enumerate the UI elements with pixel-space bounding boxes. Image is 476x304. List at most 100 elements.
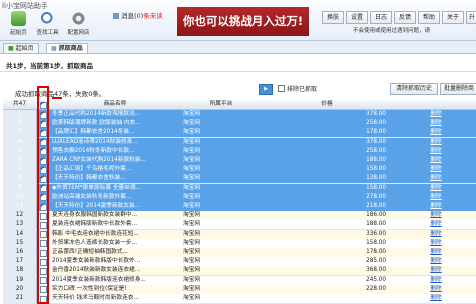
product-name: 欧美韩版潮牌新款 欧版装抽 内衣... xyxy=(52,120,141,127)
product-price: 158.00 xyxy=(366,184,386,191)
delete-row-link[interactable]: 删除 xyxy=(426,285,446,294)
row-number: 20 xyxy=(3,284,37,294)
delete-row-link[interactable]: 删除 xyxy=(426,119,446,128)
product-name: 韩影 中毛衣连衣裙中长款连花短... xyxy=(52,230,139,237)
product-platform: 淘宝网 xyxy=(183,138,201,145)
product-name: 正品蕾西!正确短袖韩国款式... xyxy=(52,249,128,255)
product-name: ◆外贸TEM*原单原标套 全量丝绸... xyxy=(52,184,141,191)
row-number: 5 xyxy=(3,146,37,156)
product-name: 【天天特价】韩都衣舍秋装... xyxy=(52,175,126,182)
product-price: 158.00 xyxy=(366,166,386,173)
product-name: 【正品汇丽】千鸟格毛呢外套... xyxy=(52,166,132,173)
product-platform: 淘宝网 xyxy=(183,175,201,182)
search-icon xyxy=(40,11,55,26)
home-tab-icon: ■ xyxy=(8,45,14,52)
configure-shop-label: 配置网店 xyxy=(67,30,90,36)
skin-button[interactable]: 换肤 xyxy=(322,11,344,24)
refresh-button[interactable]: ▶ xyxy=(259,84,273,95)
log-button[interactable]: 日志 xyxy=(370,11,392,24)
column-header-platform[interactable]: 所属平台 xyxy=(181,100,261,109)
delete-row-link[interactable]: 删除 xyxy=(426,147,446,156)
product-price: 138.00 xyxy=(366,175,386,182)
product-platform: 淘宝网 xyxy=(183,258,201,265)
row-number: 6 xyxy=(3,156,37,165)
product-platform: 淘宝网 xyxy=(183,147,201,154)
product-platform: 淘宝网 xyxy=(183,221,201,228)
delete-row-link[interactable]: 删除 xyxy=(426,211,446,220)
divider xyxy=(0,71,476,72)
product-platform: 淘宝网 xyxy=(183,111,201,117)
product-name: 冬季正品代购2014新款海报款羽... xyxy=(52,111,141,117)
tab-grab-products-label: 抓取商品 xyxy=(58,45,83,52)
product-name: 金丹香2014秋装新款女装连衣裙... xyxy=(52,267,141,274)
app-logo-text: ll小宝网站助手 xyxy=(2,2,48,10)
about-button[interactable]: 关于 xyxy=(442,11,464,24)
exclude-grabbed-label: 排除已抓取 xyxy=(287,86,318,93)
grid-icon: ▦ xyxy=(51,45,57,52)
feedback-button[interactable]: 反馈 xyxy=(394,11,416,24)
product-name: ZARA CRP女装代购2014新款秋装... xyxy=(52,157,146,163)
search-tool-label: 查找工具 xyxy=(36,30,59,36)
delete-row-link[interactable]: 删除 xyxy=(426,184,446,193)
row-number: 3 xyxy=(3,128,37,138)
product-price: 258.00 xyxy=(366,120,386,127)
row-number: 1 xyxy=(3,110,37,119)
settings-button[interactable]: 设置 xyxy=(346,11,368,24)
home-toolbar-button[interactable]: 起始页 xyxy=(6,11,31,36)
column-header-price[interactable]: 价格 xyxy=(262,100,392,109)
delete-row-link[interactable]: 删除 xyxy=(426,276,446,285)
batch-delete-button[interactable]: 批量删除商 xyxy=(440,83,476,95)
column-header-name[interactable]: 商品名称 xyxy=(50,100,180,109)
exclude-grabbed-checkbox[interactable] xyxy=(278,85,285,92)
help-button[interactable]: 帮助 xyxy=(418,11,440,24)
product-price: 188.00 xyxy=(366,221,386,228)
delete-row-link[interactable]: 删除 xyxy=(426,294,446,303)
upgrade-button[interactable]: 升 xyxy=(466,11,476,24)
product-price: 245.00 xyxy=(366,276,386,283)
step-indicator: 共1步，当前第1步，抓取商品 xyxy=(6,62,94,70)
row-number: 16 xyxy=(3,248,37,257)
delete-row-link[interactable]: 删除 xyxy=(426,239,446,248)
row-number: 13 xyxy=(3,220,37,230)
row-number: 4 xyxy=(3,137,37,147)
tab-home[interactable]: ■ 起始页 xyxy=(3,43,39,53)
row-number: 2 xyxy=(3,119,37,129)
clear-history-button[interactable]: 清除抓取历史 xyxy=(390,83,438,95)
delete-row-link[interactable]: 删除 xyxy=(426,138,446,147)
product-platform: 淘宝网 xyxy=(183,249,201,255)
product-platform: 淘宝网 xyxy=(183,193,201,200)
delete-row-link[interactable]: 删除 xyxy=(426,193,446,202)
product-platform: 淘宝网 xyxy=(183,157,201,163)
delete-row-link[interactable]: 删除 xyxy=(426,248,446,257)
product-price: 378.00 xyxy=(366,111,386,117)
delete-row-link[interactable]: 删除 xyxy=(426,110,446,119)
delete-row-link[interactable]: 删除 xyxy=(426,174,446,183)
product-name: 实力口碑 一次性到位(保证是! xyxy=(52,285,127,292)
home-icon xyxy=(11,11,26,26)
tab-home-label: 起始页 xyxy=(15,45,34,52)
product-price: 258.00 xyxy=(366,147,386,154)
delete-row-link[interactable]: 删除 xyxy=(426,128,446,137)
product-name: 夏装连衣裙韩版新款中长款外套... xyxy=(52,221,138,228)
configure-shop-button[interactable]: 配置网店 xyxy=(66,11,91,36)
delete-row-link[interactable]: 删除 xyxy=(426,257,446,266)
delete-row-link[interactable]: 删除 xyxy=(426,230,446,239)
product-price: 228.00 xyxy=(366,285,386,292)
product-platform: 淘宝网 xyxy=(183,203,201,209)
product-name: 【品牌汇】韩都衣舍2014冬装... xyxy=(52,129,135,136)
delete-row-link[interactable]: 删除 xyxy=(426,165,446,174)
top-toolbar: ll小宝网站助手 起始页 查找工具 配置网店 消息(0)条未读 你也可以挑战月入… xyxy=(0,0,476,41)
delete-row-link[interactable]: 删除 xyxy=(426,220,446,229)
product-name: 外贸果冻色人造裤长款女装一步... xyxy=(52,239,138,246)
product-platform: 淘宝网 xyxy=(183,212,201,219)
delete-row-link[interactable]: 删除 xyxy=(426,266,446,275)
row-number: 8 xyxy=(3,174,37,184)
messages-link[interactable]: 消息(0)条未读 xyxy=(113,10,163,20)
tab-grab-products[interactable]: ▦ 抓取商品 xyxy=(46,43,88,53)
product-name: 【天天特价】2014夏季新款女装... xyxy=(52,203,141,209)
delete-row-link[interactable]: 删除 xyxy=(426,156,446,165)
product-platform: 淘宝网 xyxy=(183,184,201,191)
promo-banner[interactable]: 你也可以挑战月入过万! xyxy=(177,7,309,36)
delete-row-link[interactable]: 删除 xyxy=(426,202,446,211)
search-tool-button[interactable]: 查找工具 xyxy=(35,11,60,36)
